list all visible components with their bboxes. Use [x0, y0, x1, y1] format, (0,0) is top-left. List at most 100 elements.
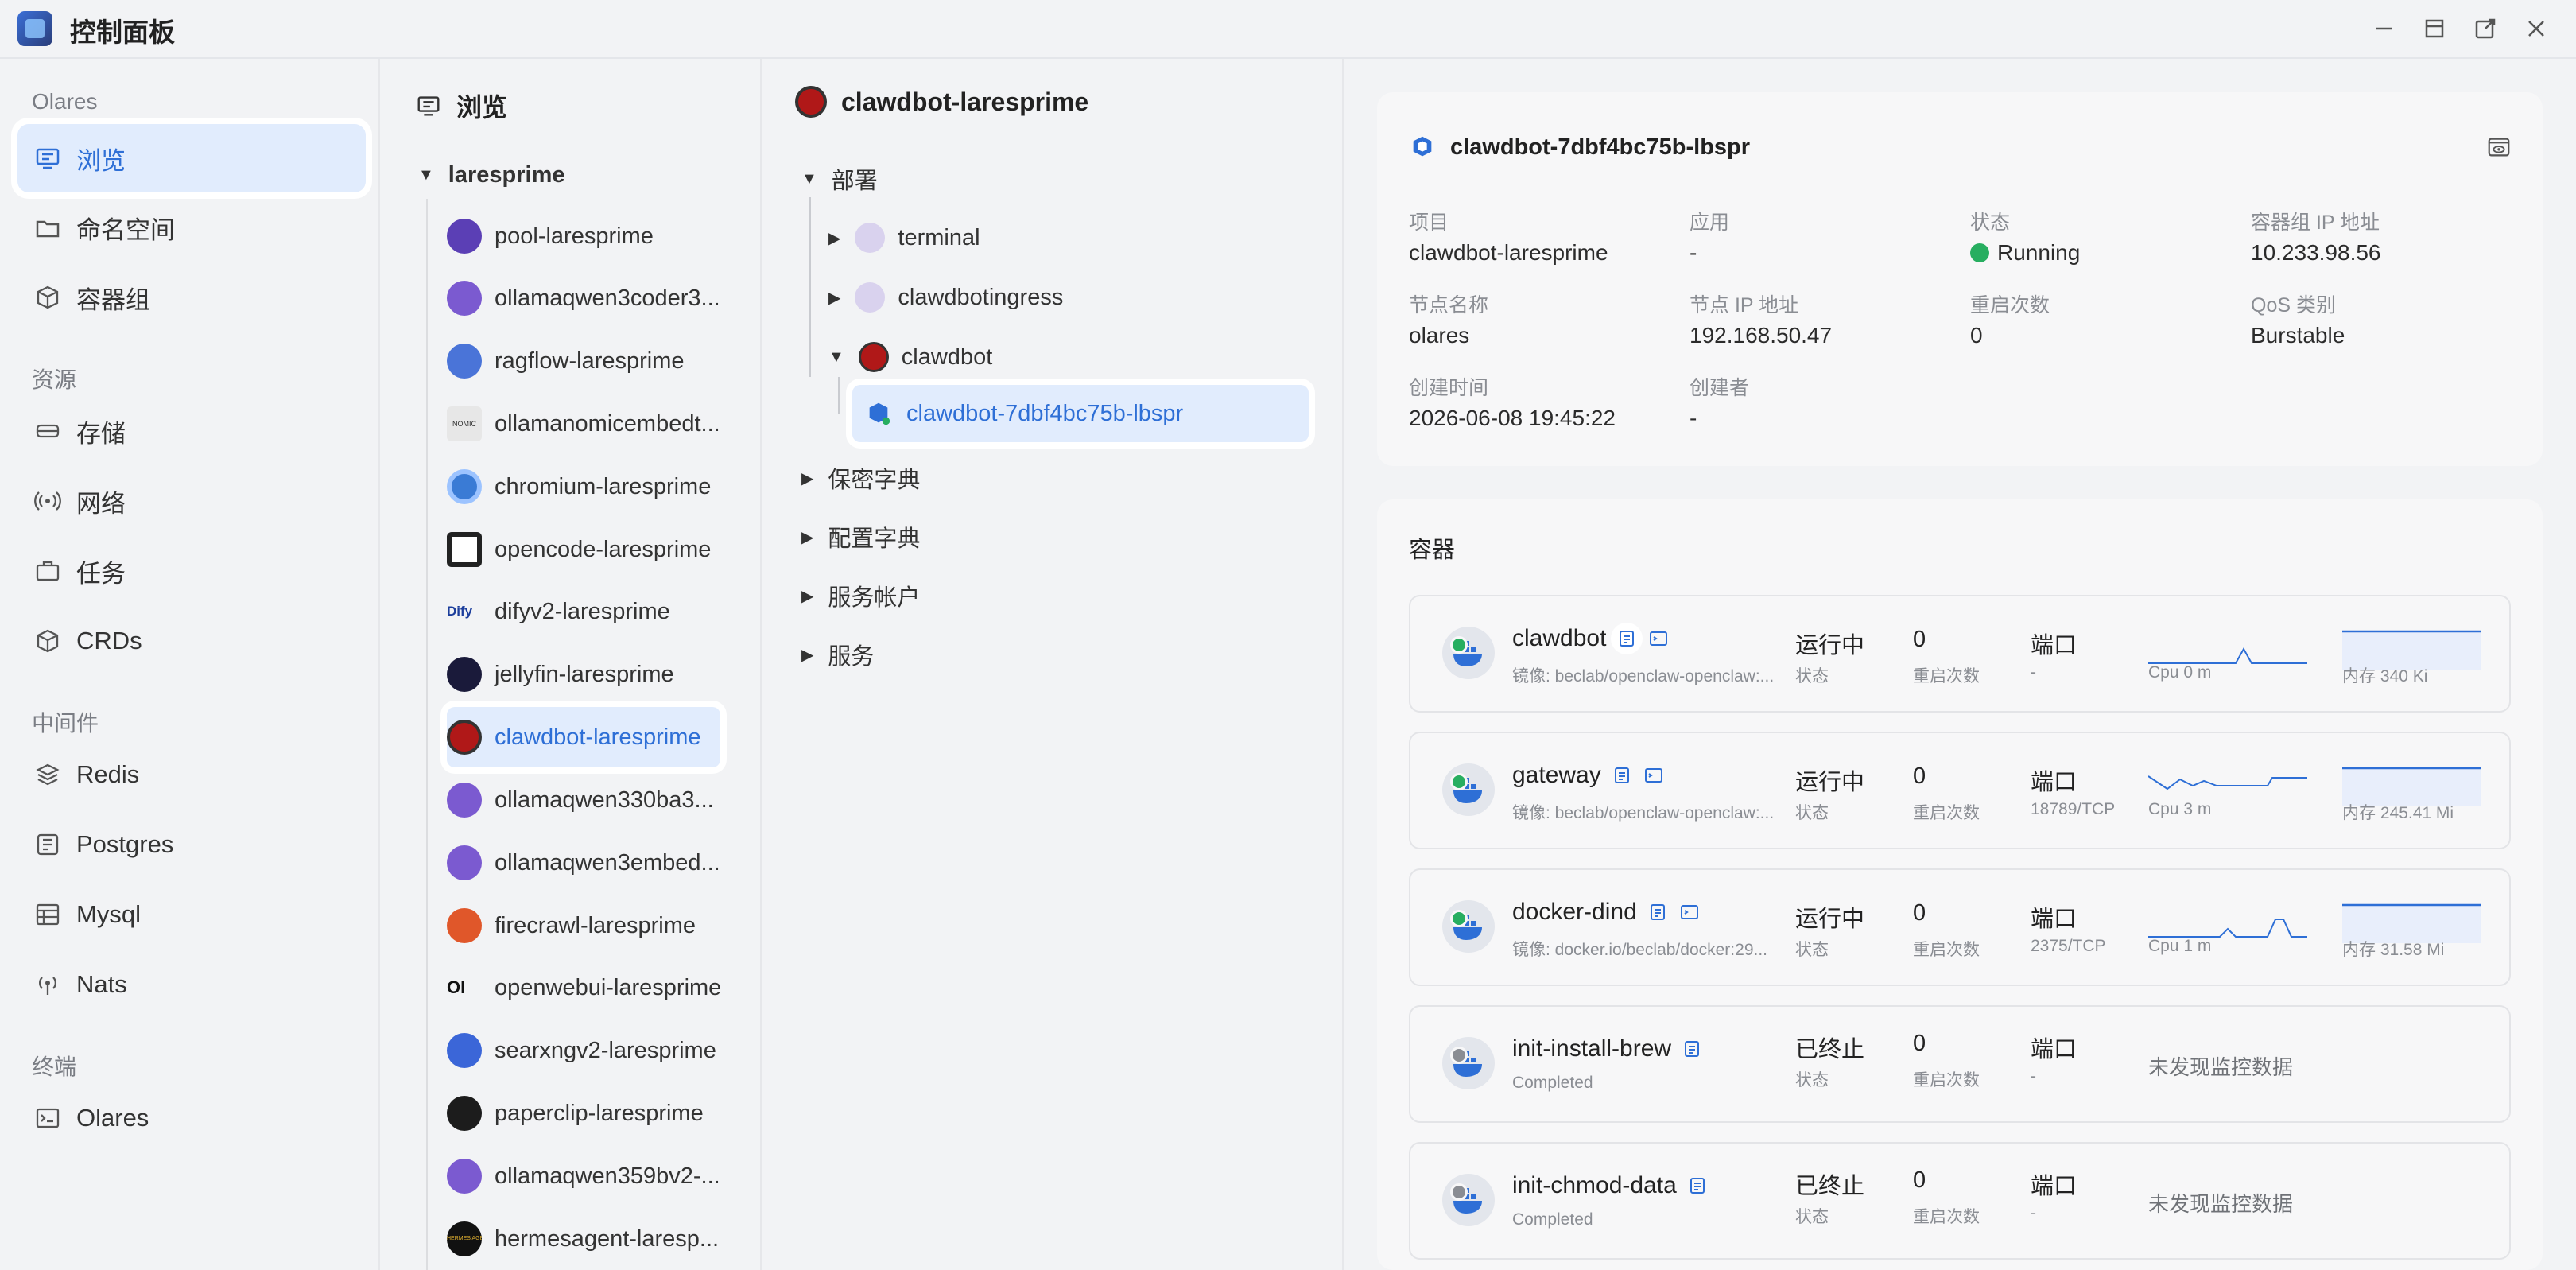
app-label: firecrawl-laresprime [495, 912, 696, 938]
sidebar-item-namespace[interactable]: 命名空间 [17, 193, 366, 262]
app-item[interactable]: searxngv2-laresprime [447, 1020, 716, 1081]
services-node[interactable]: ▶ 服务 [801, 638, 874, 671]
app-item[interactable]: ollamaqwen3coder3... [447, 268, 720, 328]
service-accounts-node[interactable]: ▶ 服务帐户 [801, 579, 920, 612]
app-item[interactable]: opencode-laresprime [447, 519, 711, 580]
secrets-node[interactable]: ▶ 保密字典 [801, 461, 920, 495]
app-item[interactable]: pool-laresprime [447, 206, 654, 266]
docker-icon [1442, 1037, 1495, 1089]
field-status: Running [1970, 240, 2080, 266]
container-row[interactable]: clawdbot 镜像: beclab/openclaw-openclaw:..… [1409, 595, 2511, 713]
field-label: 创建时间 [1409, 377, 1489, 399]
deployment-clawdbot[interactable]: ▼ clawdbot [828, 342, 992, 372]
app-item[interactable]: jellyfin-laresprime [447, 644, 674, 705]
sidebar-item-nats[interactable]: Nats [17, 950, 366, 1019]
app-item[interactable]: chromium-laresprime [447, 456, 711, 517]
sidebar-item-mysql[interactable]: Mysql [17, 880, 366, 949]
app-item[interactable]: HERMES AGENT hermesagent-laresp... [447, 1209, 719, 1269]
app-item[interactable]: firecrawl-laresprime [447, 895, 696, 956]
section-olares: Olares [32, 89, 98, 114]
pod-item-selected[interactable]: clawdbot-7dbf4bc75b-lbspr [852, 385, 1309, 442]
field-app: - [1690, 240, 1697, 265]
app-item[interactable]: ragflow-laresprime [447, 331, 685, 391]
clawdbot-icon [795, 86, 827, 118]
cube-icon [37, 629, 59, 653]
maximize-icon[interactable] [2419, 13, 2450, 45]
view-yaml-icon[interactable] [2485, 134, 2512, 161]
deployment-label: terminal [898, 224, 980, 251]
storage-icon [36, 424, 60, 438]
container-row[interactable]: gateway 镜像: beclab/openclaw-openclaw:...… [1409, 732, 2511, 849]
logs-icon[interactable] [1686, 1175, 1709, 1197]
cpu-label: Cpu 0 m [2148, 663, 2212, 682]
close-icon[interactable] [2520, 13, 2552, 45]
minimize-icon[interactable] [2368, 13, 2399, 45]
sidebar-item-network[interactable]: 网络 [17, 467, 366, 535]
sidebar-item-crds[interactable]: CRDs [17, 607, 366, 675]
firecrawl-icon [447, 908, 482, 943]
container-row[interactable]: init-install-brew Completed 已终止 状态 0 重启次… [1409, 1005, 2511, 1123]
logs-icon[interactable] [1647, 901, 1669, 923]
sidebar-item-olares-terminal[interactable]: Olares [17, 1084, 366, 1152]
port-label: 端口 [2031, 907, 2077, 932]
deployment-clawdbotingress[interactable]: ▶ clawdbotingress [828, 282, 1063, 313]
user-node[interactable]: ▼ laresprime [418, 162, 565, 188]
redis-icon [36, 763, 60, 786]
sidebar-item-label: 存储 [76, 419, 126, 448]
open-external-icon[interactable] [2469, 13, 2501, 45]
cpu-label: Cpu 3 m [2148, 800, 2212, 818]
sidebar-item-pods[interactable]: 容器组 [17, 263, 366, 332]
field-created: 2026-06-08 19:45:22 [1409, 406, 1616, 430]
app-item[interactable]: paperclip-laresprime [447, 1083, 704, 1144]
sidebar-item-jobs[interactable]: 任务 [17, 537, 366, 605]
container-image: 镜像: beclab/openclaw-openclaw:... [1512, 667, 1775, 685]
deployments-label: 部署 [831, 169, 878, 194]
container-restarts: 0 [1913, 763, 1926, 789]
logs-icon[interactable] [1681, 1038, 1703, 1060]
status-label: 状态 [1795, 1071, 1829, 1089]
sidebar-item-redis[interactable]: Redis [17, 740, 366, 809]
logs-icon[interactable] [1611, 764, 1633, 786]
deployment-icon [855, 223, 886, 253]
container-name: docker-dind [1512, 899, 1701, 926]
briefcase-icon [36, 561, 60, 581]
no-monitoring-data: 未发现监控数据 [2148, 1192, 2294, 1216]
sidebar-item-postgres[interactable]: Postgres [17, 810, 366, 879]
status-label: 状态 [1795, 667, 1829, 685]
sidebar-item-storage[interactable]: 存储 [17, 397, 366, 465]
app-item-selected[interactable]: clawdbot-laresprime [447, 707, 720, 767]
caret-down-icon: ▼ [828, 348, 844, 366]
restart-label: 重启次数 [1913, 667, 1980, 685]
configmaps-node[interactable]: ▶ 配置字典 [801, 520, 920, 553]
app-item[interactable]: ollamaqwen3embed... [447, 833, 720, 893]
port-label: 端口 [2031, 1037, 2077, 1062]
caret-right-icon: ▶ [801, 646, 814, 664]
app-label: ollamaqwen3embed... [495, 849, 720, 876]
container-name-text: gateway [1512, 762, 1601, 788]
container-image: 镜像: docker.io/beclab/docker:29... [1512, 941, 1767, 959]
hermes-icon: HERMES AGENT [447, 1221, 482, 1256]
sidebar-item-label: 命名空间 [76, 216, 175, 244]
app-item[interactable]: Dify difyv2-laresprime [447, 581, 670, 642]
field-qos: Burstable [2251, 323, 2345, 348]
app-item[interactable]: ollamaqwen359bv2-... [447, 1146, 720, 1206]
tree-header: clawdbot-laresprime [795, 86, 1088, 118]
terminal-icon[interactable] [1678, 901, 1701, 923]
container-state: Completed [1512, 1074, 1593, 1092]
terminal-icon[interactable] [1647, 627, 1670, 650]
status-dot [1450, 636, 1468, 654]
app-item[interactable]: NOMIC ollamanomicembedt... [447, 394, 720, 454]
app-item[interactable]: OI openwebui-laresprime [447, 957, 721, 1018]
logs-icon[interactable] [1616, 627, 1639, 650]
terminal-icon[interactable] [1643, 764, 1665, 786]
cube-icon [37, 285, 59, 309]
caret-right-icon: ▶ [801, 587, 814, 605]
app-item[interactable]: ollamaqwen330ba3... [447, 770, 714, 830]
container-name: clawdbot [1512, 625, 1670, 652]
container-restarts: 0 [1913, 1167, 1926, 1193]
sidebar-item-browse[interactable]: 浏览 [17, 124, 366, 192]
container-row[interactable]: init-chmod-data Completed 已终止 状态 0 重启次数 … [1409, 1142, 2511, 1260]
container-row[interactable]: docker-dind 镜像: docker.io/beclab/docker:… [1409, 868, 2511, 986]
deployment-terminal[interactable]: ▶ terminal [828, 223, 980, 253]
deployments-node[interactable]: ▼ 部署 [801, 162, 878, 196]
